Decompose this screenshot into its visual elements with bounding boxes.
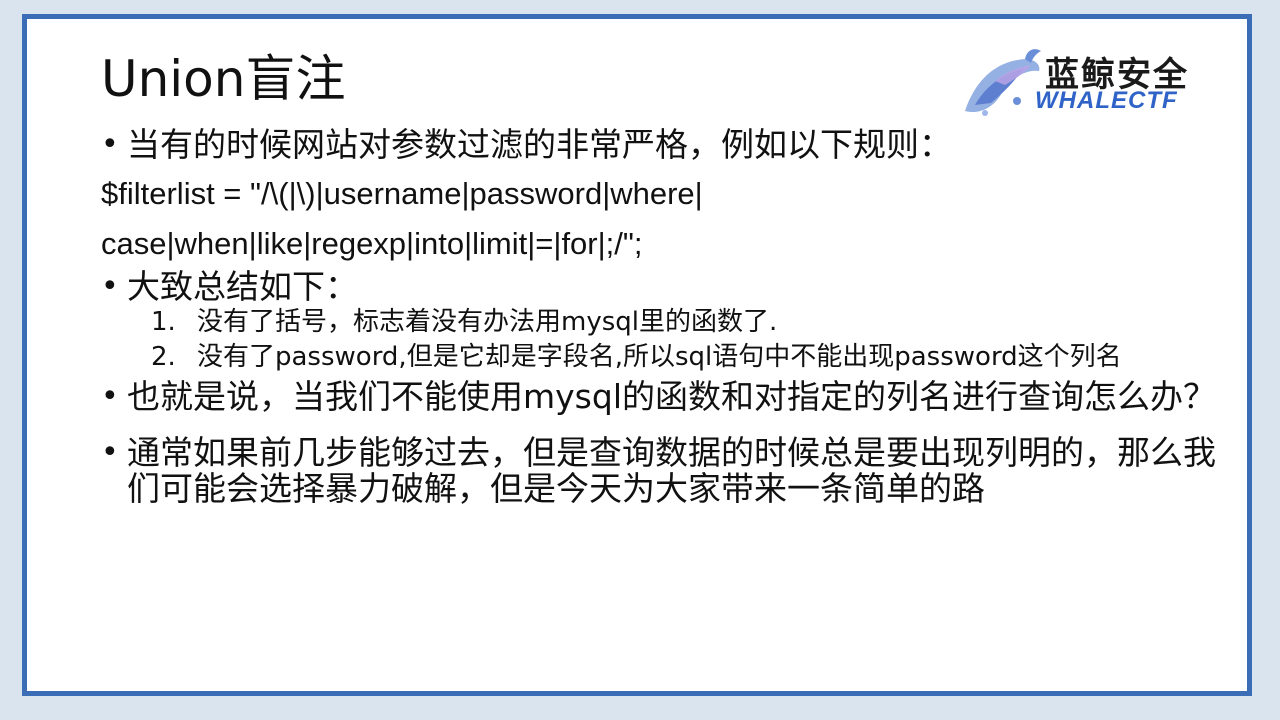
slide-content: 当有的时候网站对参数过滤的非常严格，例如以下规则： $filterlist = …: [101, 127, 1221, 507]
list-number: 2.: [151, 342, 176, 372]
logo-en-text: WHALECTF: [1035, 87, 1178, 114]
list-number: 1.: [151, 307, 176, 337]
bullet-4: 通常如果前几步能够过去，但是查询数据的时候总是要出现列明的，那么我们可能会选择暴…: [101, 435, 1221, 507]
slide-title: Union盲注: [101, 50, 346, 108]
list-text: 没有了password,但是它却是字段名,所以sql语句中不能出现passwor…: [197, 342, 1122, 372]
list-item: 1. 没有了括号，标志着没有办法用mysql里的函数了.: [151, 309, 1207, 336]
slide: Union盲注 蓝鲸安全 WHALECTF 当有的时候网站对参数过滤的非常严格，…: [22, 14, 1252, 696]
filter-line-1: $filterlist = "/\(|\)|username|password|…: [101, 176, 703, 211]
bullet-3: 也就是说，当我们不能使用mysql的函数和对指定的列名进行查询怎么办？: [101, 379, 1221, 416]
list-text: 没有了括号，标志着没有办法用mysql里的函数了.: [197, 307, 778, 337]
list-item: 2. 没有了password,但是它却是字段名,所以sql语句中不能出现pass…: [151, 344, 1207, 371]
filter-code: $filterlist = "/\(|\)|username|password|…: [101, 169, 1221, 269]
whale-logo-icon: [965, 49, 1041, 116]
bullet-1: 当有的时候网站对参数过滤的非常严格，例如以下规则：: [101, 127, 1221, 164]
bullet-2: 大致总结如下：: [101, 269, 1221, 306]
summary-list: 1. 没有了括号，标志着没有办法用mysql里的函数了. 2. 没有了passw…: [151, 309, 1221, 371]
whalectf-logo: 蓝鲸安全 WHALECTF: [955, 41, 1235, 121]
filter-line-2: case|when|like|regexp|into|limit|=|for|;…: [101, 226, 643, 261]
